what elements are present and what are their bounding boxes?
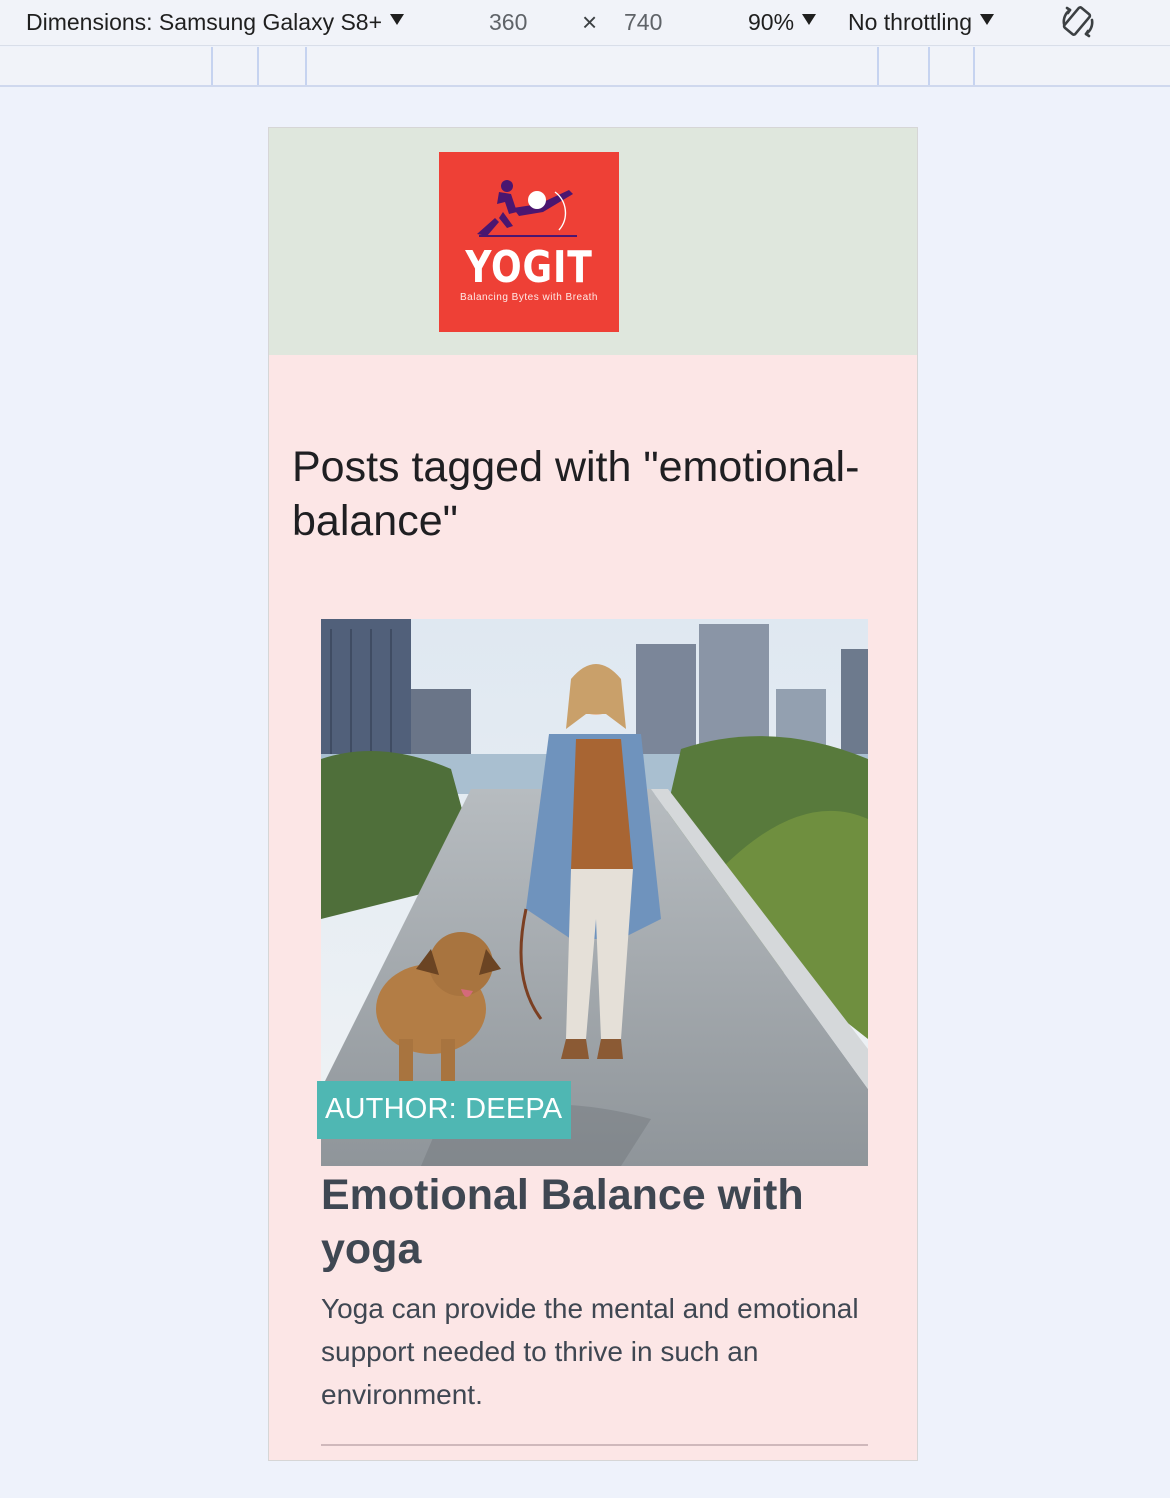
- media-query-ruler: [0, 47, 1170, 87]
- ruler-segment[interactable]: [877, 47, 879, 85]
- ruler-segment[interactable]: [305, 47, 307, 85]
- chevron-down-icon: [802, 13, 817, 25]
- viewport-width-input[interactable]: 360: [489, 6, 527, 38]
- zoom-dropdown[interactable]: 90%: [748, 6, 817, 38]
- zoom-label: 90%: [748, 8, 795, 35]
- logo-tagline: Balancing Bytes with Breath: [459, 292, 598, 303]
- devtools-device-toolbar: Dimensions: Samsung Galaxy S8+ 360 × 740…: [0, 0, 1170, 46]
- device-dimensions-dropdown[interactable]: Dimensions: Samsung Galaxy S8+: [26, 6, 405, 38]
- logo-wordmark: YOGIT: [465, 242, 593, 293]
- post-excerpt: Yoga can provide the mental and emotiona…: [321, 1293, 859, 1410]
- throttling-label: No throttling: [848, 8, 973, 35]
- ruler-segment[interactable]: [211, 47, 213, 85]
- device-viewport: YOGIT Balancing Bytes with Breath Posts …: [268, 127, 918, 1461]
- ruler-segment[interactable]: [973, 47, 975, 85]
- device-dimensions-label: Dimensions: Samsung Galaxy S8+: [26, 8, 383, 35]
- page-title: Posts tagged with "emotional-balance": [292, 443, 860, 545]
- site-logo[interactable]: YOGIT Balancing Bytes with Breath: [439, 152, 619, 332]
- chevron-down-icon: [390, 13, 405, 25]
- throttling-dropdown[interactable]: No throttling: [848, 6, 995, 38]
- rotate-device-icon[interactable]: [1058, 2, 1098, 42]
- viewport-height-input[interactable]: 740: [624, 6, 662, 38]
- post-divider: [321, 1444, 868, 1446]
- yoga-pose-icon: [477, 180, 577, 237]
- ruler-segment[interactable]: [928, 47, 930, 85]
- post-author-badge[interactable]: AUTHOR: DEEPA: [317, 1081, 572, 1139]
- site-header: YOGIT Balancing Bytes with Breath: [269, 128, 917, 355]
- ruler-segment[interactable]: [257, 47, 259, 85]
- chevron-down-icon: [980, 13, 995, 25]
- post-title[interactable]: Emotional Balance with yoga: [321, 1168, 881, 1276]
- times-icon: ×: [582, 6, 598, 37]
